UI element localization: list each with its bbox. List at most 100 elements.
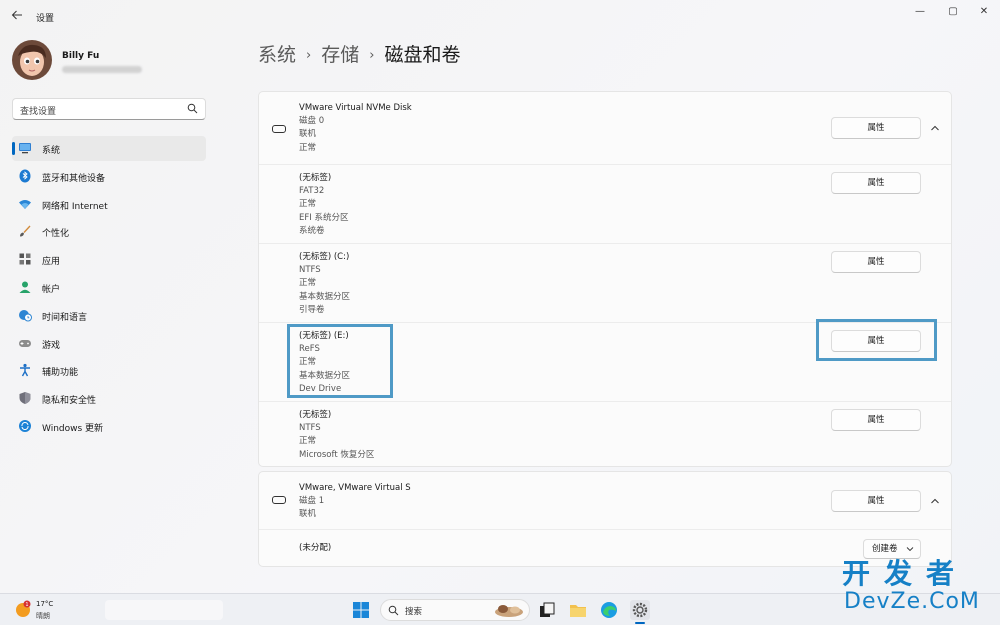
highlight-dev-drive-volume [287, 324, 393, 398]
unallocated-label: (未分配) [299, 543, 332, 553]
sidebar-item-bluetooth[interactable]: 蓝牙和其他设备 [12, 164, 206, 189]
settings-gear-icon[interactable] [630, 600, 650, 620]
search-icon [187, 103, 198, 114]
title-bar: 设置 — ▢ ✕ [0, 0, 1000, 32]
user-avatar-icon [12, 40, 52, 80]
arrow-left-icon [11, 10, 22, 20]
user-name: Billy Fu [62, 51, 100, 61]
search-placeholder: 查找设置 [20, 107, 57, 117]
chevron-up-icon[interactable] [929, 122, 941, 134]
volume-role: 引导卷 [299, 304, 325, 315]
volume-health: 正常 [299, 199, 317, 210]
volume-type: EFI 系统分区 [299, 212, 349, 223]
wifi-icon [19, 199, 31, 209]
back-button[interactable] [8, 8, 26, 26]
sidebar-item-label: 时间和语言 [42, 312, 88, 323]
volume-row-c: (无标签) (C:) NTFS 正常 基本数据分区 引导卷 属性 [259, 243, 951, 322]
app-title: 设置 [36, 14, 55, 24]
person-icon [19, 281, 31, 293]
volume-properties-button[interactable]: 属性 [831, 172, 921, 194]
weather-badge: 1 [25, 602, 28, 608]
sidebar-item-apps[interactable]: 应用 [12, 247, 206, 272]
disk1-card: VMware, VMware Virtual S 磁盘 1 联机 属性 (未分配… [258, 471, 952, 567]
volume-label: (无标签) [299, 173, 332, 183]
page-title: 磁盘和卷 [384, 44, 461, 66]
sidebar-item-windows-update[interactable]: Windows 更新 [12, 414, 206, 439]
disk1-properties-button[interactable]: 属性 [831, 490, 921, 512]
close-button[interactable]: ✕ [970, 4, 998, 20]
task-view-icon[interactable] [537, 600, 557, 620]
volume-label: (无标签) (C:) [299, 252, 350, 262]
watermark-top-text: 开发者 [842, 557, 969, 590]
chevron-right-icon: › [369, 48, 375, 63]
sidebar-item-label: 游戏 [42, 340, 61, 351]
breadcrumb: 系统 › 存储 › 磁盘和卷 [258, 40, 460, 67]
chevron-down-icon [906, 547, 914, 552]
volume-filesystem: NTFS [299, 423, 321, 434]
taskbar-search-placeholder: 搜索 [405, 607, 423, 617]
taskbar-search-input[interactable]: 搜索 [380, 599, 530, 621]
sidebar-item-label: 帐户 [42, 284, 61, 295]
sidebar-item-network[interactable]: 网络和 Internet [12, 192, 206, 217]
active-app-indicator [635, 622, 645, 624]
disk-number: 磁盘 0 [299, 116, 325, 127]
devze-watermark-logo: 开发者 DevZe.CoM [842, 558, 992, 620]
create-volume-button[interactable]: 创建卷 [863, 539, 921, 559]
sidebar-item-accounts[interactable]: 帐户 [12, 275, 206, 300]
volume-properties-button[interactable]: 属性 [831, 251, 921, 273]
volume-label: (无标签) [299, 410, 332, 420]
file-explorer-icon[interactable] [568, 600, 588, 620]
disk-state: 联机 [299, 509, 317, 520]
disk0-header[interactable]: VMware Virtual NVMe Disk 磁盘 0 联机 正常 属性 [259, 92, 951, 164]
chevron-right-icon: › [306, 48, 312, 63]
shield-icon [19, 392, 31, 405]
disk-health: 正常 [299, 142, 317, 153]
disk0-properties-button[interactable]: 属性 [831, 117, 921, 139]
accessibility-icon [20, 364, 30, 377]
disk-name: VMware Virtual NVMe Disk [299, 103, 412, 113]
settings-window: 设置 — ▢ ✕ Billy Fu 查找设置 系统 蓝牙和其他设备 网络和 In… [0, 0, 1000, 593]
volume-role: 系统卷 [299, 225, 325, 236]
avatar[interactable] [12, 40, 52, 80]
bluetooth-icon [19, 169, 31, 183]
sidebar-item-system[interactable]: 系统 [12, 136, 206, 161]
windows-start-icon[interactable] [351, 600, 371, 620]
volume-type: Microsoft 恢复分区 [299, 449, 375, 460]
breadcrumb-storage[interactable]: 存储 [321, 44, 359, 66]
weather-description: 晴朗 [36, 612, 50, 620]
disk0-card: VMware Virtual NVMe Disk 磁盘 0 联机 正常 属性 (… [258, 91, 952, 467]
sidebar-item-label: 辅助功能 [42, 368, 79, 379]
globe-clock-icon [19, 309, 32, 322]
volume-row-recovery: (无标签) NTFS 正常 Microsoft 恢复分区 属性 [259, 401, 951, 467]
sidebar-item-privacy[interactable]: 隐私和安全性 [12, 386, 206, 411]
sidebar-item-personalization[interactable]: 个性化 [12, 219, 206, 244]
search-icon [388, 605, 399, 616]
edge-browser-icon[interactable] [599, 600, 619, 620]
chevron-up-icon[interactable] [929, 495, 941, 507]
sidebar-item-label: 个性化 [42, 229, 70, 240]
disk-name: VMware, VMware Virtual S [299, 483, 411, 493]
minimize-button[interactable]: — [906, 4, 934, 20]
sidebar-item-label: 应用 [42, 257, 61, 268]
breadcrumb-system[interactable]: 系统 [258, 44, 296, 66]
watermark-bottom-text: DevZe.CoM [844, 589, 980, 614]
sidebar-item-accessibility[interactable]: 辅助功能 [12, 358, 206, 383]
search-highlight-illustration-icon [495, 605, 523, 617]
disk1-header[interactable]: VMware, VMware Virtual S 磁盘 1 联机 属性 [259, 472, 951, 529]
search-input[interactable]: 查找设置 [12, 98, 206, 120]
sidebar-item-time-language[interactable]: 时间和语言 [12, 303, 206, 328]
sun-weather-icon[interactable]: 1 [14, 600, 32, 618]
sidebar-item-gaming[interactable]: 游戏 [12, 331, 206, 356]
update-icon [19, 419, 31, 432]
sidebar-item-label: 隐私和安全性 [42, 396, 97, 407]
taskbar-blurred-region [105, 600, 223, 620]
sidebar-item-label: 系统 [42, 146, 61, 156]
highlight-properties-button [816, 319, 937, 361]
sidebar-nav: 系统 蓝牙和其他设备 网络和 Internet 个性化 应用 帐户 时间和语言 [12, 136, 206, 442]
volume-filesystem: FAT32 [299, 186, 325, 197]
maximize-button[interactable]: ▢ [939, 4, 967, 20]
gamepad-icon [19, 339, 31, 347]
sidebar-item-label: 蓝牙和其他设备 [42, 173, 106, 184]
volume-properties-button[interactable]: 属性 [831, 409, 921, 431]
volume-row-efi: (无标签) FAT32 正常 EFI 系统分区 系统卷 属性 [259, 164, 951, 243]
